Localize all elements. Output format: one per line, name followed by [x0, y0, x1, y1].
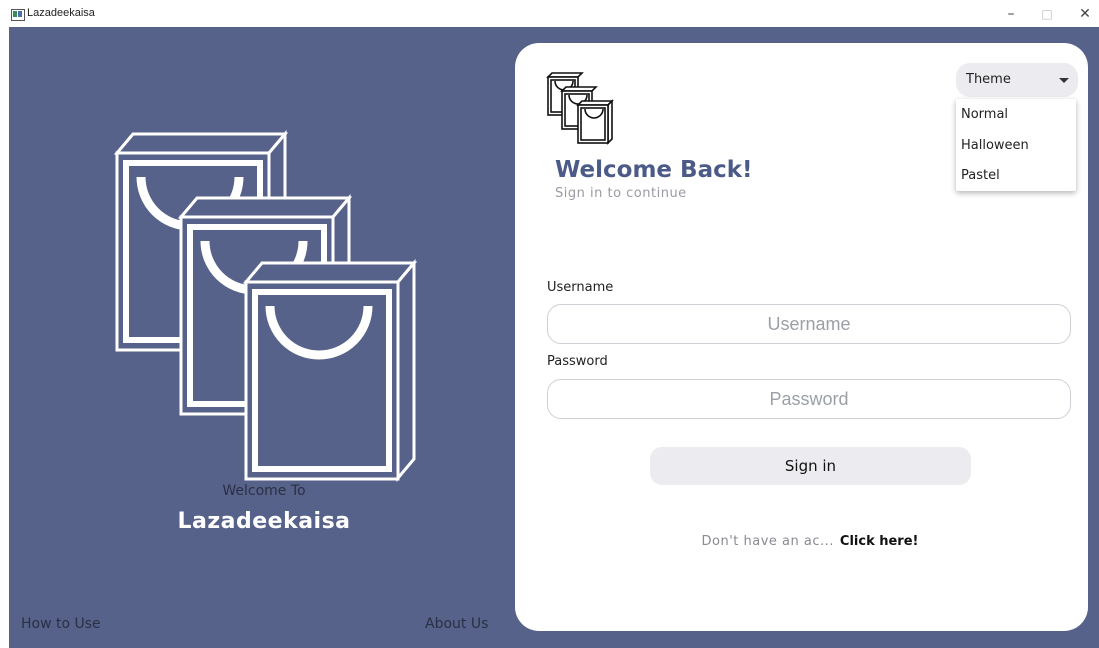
chevron-down-icon — [1059, 78, 1069, 83]
sign-in-button[interactable]: Sign in — [650, 447, 971, 485]
how-to-use-link[interactable]: How to Use — [21, 616, 101, 632]
signup-prompt: Don't have an ac... — [701, 534, 834, 549]
about-us-link[interactable]: About Us — [425, 616, 488, 632]
username-label: Username — [547, 280, 614, 295]
login-card: Welcome Back! Sign in to continue Theme … — [515, 43, 1088, 631]
maximize-button[interactable]: □ — [1034, 4, 1060, 24]
username-input[interactable] — [547, 304, 1071, 344]
close-button[interactable]: ✕ — [1072, 4, 1098, 24]
brand-name: Lazadeekaisa — [177, 509, 351, 534]
app-icon — [11, 9, 25, 21]
signup-link[interactable]: Click here! — [840, 534, 919, 549]
theme-option-halloween[interactable]: Halloween — [961, 138, 1029, 153]
shopping-bags-icon — [113, 129, 418, 483]
title-bar: Lazadeekaisa – □ ✕ — [0, 0, 1099, 27]
sign-in-subtitle: Sign in to continue — [555, 186, 687, 201]
password-input[interactable] — [547, 379, 1071, 419]
password-label: Password — [547, 354, 608, 369]
shopping-bags-logo-icon — [546, 72, 614, 145]
minimize-button[interactable]: – — [998, 4, 1024, 24]
theme-dropdown[interactable]: Theme — [956, 63, 1078, 97]
theme-option-normal[interactable]: Normal — [961, 107, 1008, 122]
window-title: Lazadeekaisa — [27, 7, 95, 19]
theme-label: Theme — [966, 72, 1011, 87]
welcome-back-heading: Welcome Back! — [555, 157, 753, 183]
welcome-to-text: Welcome To — [222, 483, 306, 499]
theme-menu: Normal Halloween Pastel — [956, 99, 1076, 191]
signup-row: Don't have an ac... Click here! — [555, 534, 1065, 549]
theme-option-pastel[interactable]: Pastel — [961, 168, 1000, 183]
